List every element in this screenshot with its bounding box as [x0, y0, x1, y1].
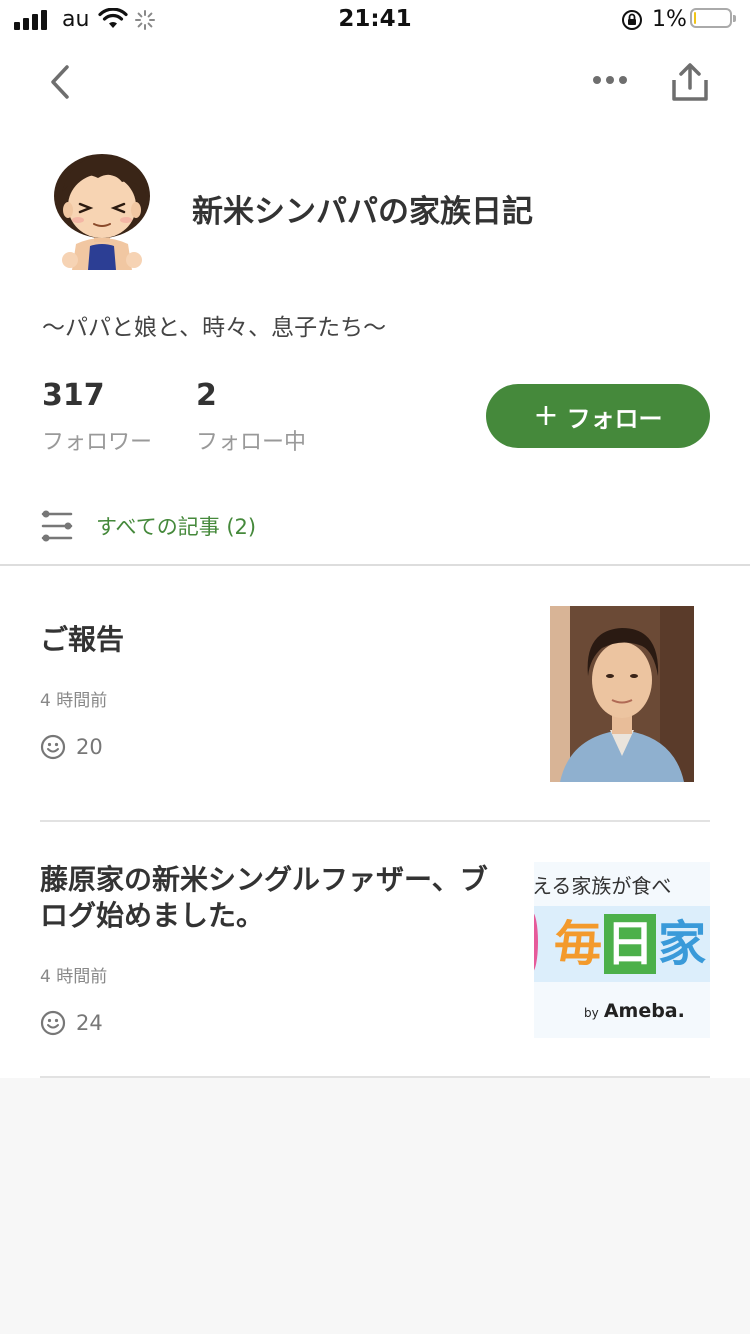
ameba-logo: by Ameba.	[584, 1000, 685, 1022]
battery-icon	[690, 8, 736, 28]
banner-char: 家	[658, 916, 707, 972]
more-options-button[interactable]	[584, 60, 636, 100]
followers-count[interactable]: 317	[42, 378, 105, 413]
follow-button-label: フォロー	[566, 404, 663, 433]
chevron-left-icon	[51, 65, 69, 99]
plus-icon: +	[533, 398, 559, 433]
article-title: 藤原家の新米シングルファザー、ブログ始めました。	[40, 863, 488, 932]
filter-label: すべての記事 (2)	[96, 515, 257, 539]
blog-avatar[interactable]	[42, 148, 162, 270]
followers-label[interactable]: フォロワー	[42, 424, 152, 456]
likes-count: 20	[76, 735, 103, 759]
article-time: 4 時間前	[40, 967, 108, 987]
follow-button[interactable]: + フォロー	[486, 384, 710, 448]
article-thumbnail-portrait	[550, 606, 694, 782]
blog-description: 〜パパと娘と、時々、息子たち〜	[42, 315, 387, 341]
article-likes: 24	[40, 1010, 103, 1036]
article-thumbnail-banner: える家族が食べ 毎 日 家 by Ameba.	[534, 862, 710, 1038]
rotation-lock-icon	[622, 10, 642, 30]
blog-profile-page: au 21:41 1% 新米シンパパの家族日記 〜パパと娘と、時々、息子たち〜 …	[0, 0, 750, 1078]
status-bar: au 21:41 1%	[0, 0, 750, 40]
filter-sliders-icon	[41, 510, 73, 542]
divider	[40, 1076, 710, 1078]
banner-char: 日	[604, 914, 657, 974]
smiley-icon	[40, 1010, 66, 1036]
battery-percent: 1%	[652, 7, 687, 32]
banner-char: 毎	[554, 916, 603, 972]
likes-count: 24	[76, 1011, 103, 1035]
following-label[interactable]: フォロー中	[196, 424, 306, 456]
article-time: 4 時間前	[40, 691, 108, 711]
article-title: ご報告	[40, 623, 125, 656]
article-likes: 20	[40, 734, 103, 760]
share-icon	[672, 63, 708, 101]
back-button[interactable]	[36, 58, 84, 106]
blog-title: 新米シンパパの家族日記	[192, 194, 533, 230]
share-button[interactable]	[664, 56, 716, 108]
article-item[interactable]: ご報告 4 時間前 20	[40, 566, 710, 820]
following-count[interactable]: 2	[196, 378, 217, 413]
ellipsis-icon	[593, 76, 627, 84]
smiley-icon	[40, 734, 66, 760]
article-filter[interactable]: すべての記事 (2)	[40, 500, 256, 552]
article-item[interactable]: 藤原家の新米シングルファザー、ブログ始めました。 4 時間前 24 える家族が食…	[40, 822, 710, 1076]
banner-top-text: える家族が食べ	[534, 874, 672, 898]
